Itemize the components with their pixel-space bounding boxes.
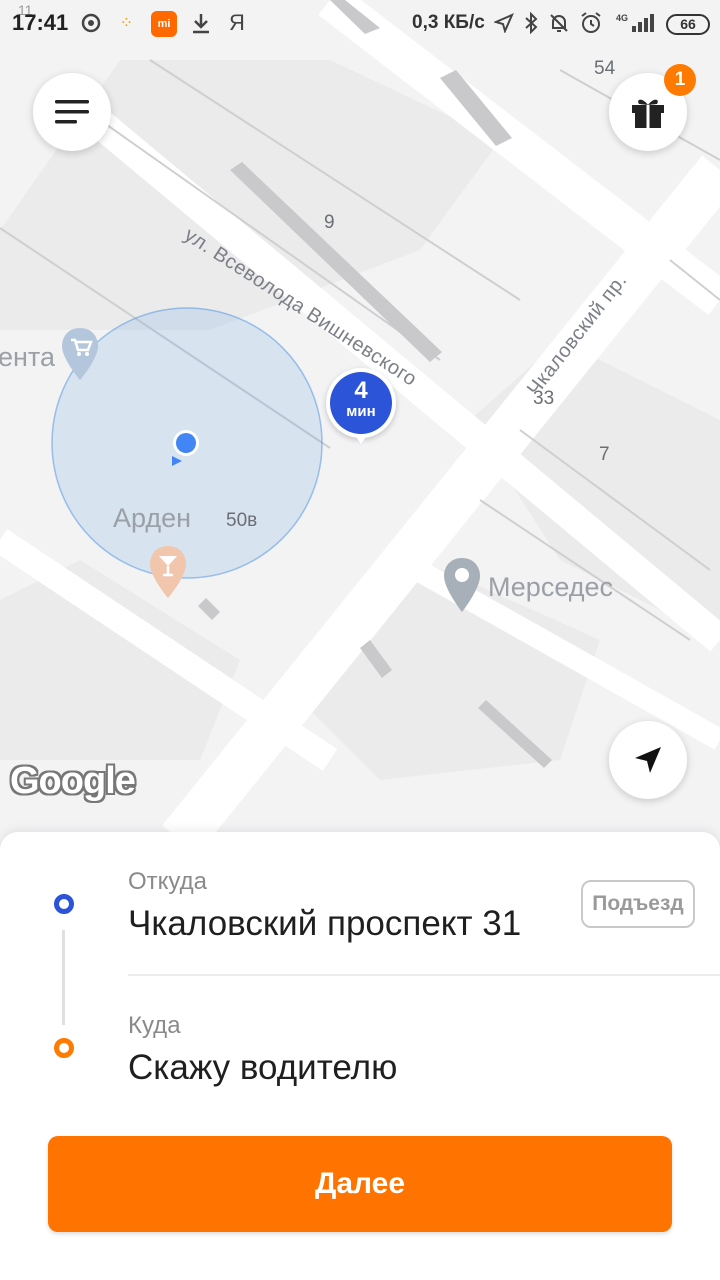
yandex-icon: Я [229,10,245,35]
next-button[interactable]: Далее [48,1136,672,1232]
from-point-dot [54,894,74,914]
fields-divider [128,974,720,976]
cocktail-bar-pin-icon[interactable] [148,544,188,600]
route-connector-line [62,930,65,1025]
navigation-arrow-icon [635,747,661,773]
gift-notification-badge: 1 [664,64,696,96]
eta-pin[interactable]: 4 мин [326,368,396,444]
house-number-9: 9 [324,212,335,233]
mute-bell-icon [545,9,573,37]
poi-label-lenta: ента [0,342,56,372]
house-number-7: 7 [599,444,610,465]
from-address-field[interactable]: Чкаловский проспект 31 [128,904,521,944]
from-label: Откуда [128,868,207,895]
to-address-field[interactable]: Скажу водителю [128,1048,397,1088]
house-number-54: 54 [594,58,616,79]
network-speed: 0,3 КБ/с [412,12,485,33]
download-icon [187,9,215,37]
gift-icon [632,99,664,128]
to-point-dot [54,1038,74,1058]
poi-label-mercedes: Мерседес [488,572,614,602]
hamburger-menu-icon [55,100,89,124]
music-icon [77,9,105,37]
bluetooth-icon [517,9,545,37]
battery-icon: 66 [666,14,710,35]
svg-text:4G: 4G [616,13,628,23]
to-label: Куда [128,1012,181,1039]
poi-label-arden: Арден [113,503,192,533]
location-pin-icon[interactable] [442,556,482,614]
location-arrow-icon [490,9,518,37]
house-number-50v: 50в [226,510,258,531]
alarm-icon [577,9,605,37]
signal-icon: 4G [615,9,657,37]
mi-app-icon: mi [151,11,177,37]
my-location-button[interactable] [609,721,687,799]
google-logo: Google [10,760,136,802]
shopping-cart-pin-icon[interactable] [60,326,100,382]
current-location-dot [172,430,199,466]
eta-unit: мин [346,403,376,420]
eta-value: 4 [354,377,368,404]
taxi-dots-icon: ⁘ [119,15,135,32]
status-bar: 17:41 ⁘ mi Я 0,3 КБ/с 4G 66 [0,0,720,50]
entrance-button[interactable]: Подъезд [581,880,695,928]
menu-button[interactable] [33,73,111,151]
status-time: 17:41 [12,10,69,35]
